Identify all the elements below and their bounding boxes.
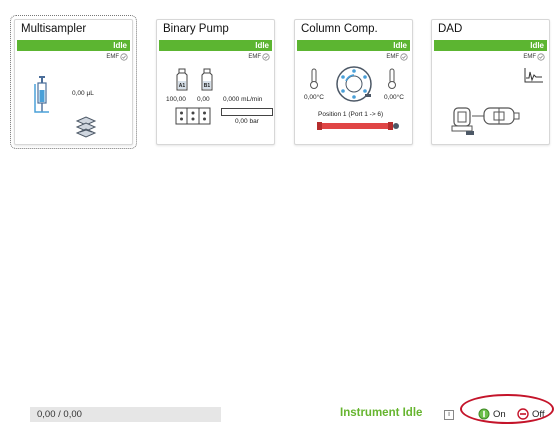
emf-indicator: EMF xyxy=(523,53,545,61)
module-title: DAD xyxy=(438,23,463,35)
solvent-b-label: B1 xyxy=(204,83,211,89)
solvent-bottle-a-icon: A1 xyxy=(176,68,188,91)
module-column-comp[interactable]: Column Comp. Idle EMF 0,00°C 0,00°C Posi… xyxy=(294,19,413,145)
solvent-bottle-b-icon: B1 xyxy=(201,68,213,91)
pump-heads-icon xyxy=(175,107,211,125)
emf-label: EMF xyxy=(248,54,261,60)
thermometer-right-icon xyxy=(388,68,396,89)
instrument-status: Instrument Idle xyxy=(340,407,423,419)
info-button[interactable]: i xyxy=(444,410,454,420)
syringe-icon xyxy=(34,76,49,113)
status-bar: 0,00 / 0,00 Instrument Idle i On Off xyxy=(0,394,558,427)
column-icon xyxy=(317,122,399,130)
valve-position: Position 1 (Port 1 -> 6) xyxy=(318,111,384,118)
spectrum-icon xyxy=(524,68,543,83)
emf-label: EMF xyxy=(386,54,399,60)
injection-volume: 0,00 µL xyxy=(72,90,94,97)
temperature-right: 0,00°C xyxy=(384,94,404,101)
percent-b: 0,00 xyxy=(197,96,210,103)
pressure-bar xyxy=(221,108,273,116)
temperature-left: 0,00°C xyxy=(304,94,324,101)
flow-rate: 0,000 mL/min xyxy=(223,96,263,103)
detector-lamp-icon xyxy=(451,107,520,135)
highlight-ring xyxy=(460,394,554,424)
solvent-a-label: A1 xyxy=(179,83,186,89)
emf-indicator: EMF xyxy=(106,53,128,61)
emf-label: EMF xyxy=(523,54,536,60)
run-progress-text: 0,00 / 0,00 xyxy=(37,409,82,420)
module-multisampler[interactable]: Multisampler Idle EMF 0,00 µL xyxy=(10,15,137,149)
emf-indicator: EMF xyxy=(248,53,270,61)
check-circle-icon xyxy=(120,53,128,61)
pressure-value: 0,00 bar xyxy=(235,118,259,125)
sample-tray-icon xyxy=(75,116,97,138)
check-circle-icon xyxy=(262,53,270,61)
module-title: Multisampler xyxy=(21,23,87,35)
status-badge: Idle xyxy=(297,40,410,51)
emf-indicator: EMF xyxy=(386,53,408,61)
module-title: Binary Pump xyxy=(163,23,229,35)
check-circle-icon xyxy=(537,53,545,61)
emf-label: EMF xyxy=(106,54,119,60)
run-progress: 0,00 / 0,00 xyxy=(30,407,221,422)
module-binary-pump[interactable]: Binary Pump Idle EMF A1 B1 100,00 0,00 0… xyxy=(156,19,275,145)
thermometer-left-icon xyxy=(310,68,318,89)
status-badge: Idle xyxy=(17,40,130,51)
percent-a: 100,00 xyxy=(166,96,186,103)
status-badge: Idle xyxy=(434,40,547,51)
module-title: Column Comp. xyxy=(301,23,378,35)
valve-icon xyxy=(336,66,372,102)
status-badge: Idle xyxy=(159,40,272,51)
module-dad[interactable]: DAD Idle EMF xyxy=(431,19,550,145)
check-circle-icon xyxy=(400,53,408,61)
